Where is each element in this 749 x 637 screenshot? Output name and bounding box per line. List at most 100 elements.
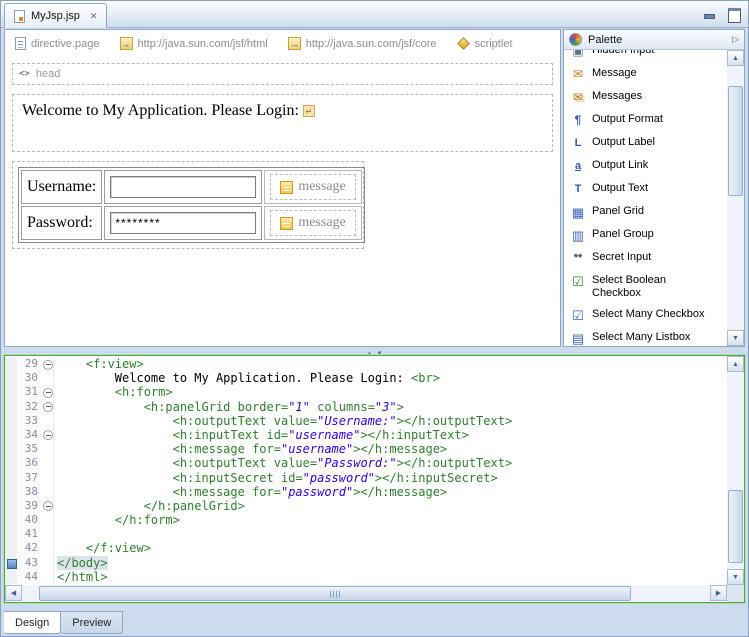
directive-item[interactable]: http://java.sun.com/jsf/core xyxy=(288,37,437,50)
fold-marker[interactable] xyxy=(41,485,54,499)
head-element[interactable]: head xyxy=(12,63,553,85)
scroll-down-icon[interactable] xyxy=(727,330,744,346)
fold-marker[interactable] xyxy=(41,527,54,541)
palette-item[interactable]: Panel Grid xyxy=(564,201,727,224)
fold-marker[interactable] xyxy=(41,357,54,371)
palette-header[interactable]: Palette xyxy=(564,30,744,50)
palette-item[interactable]: Select Many Checkbox xyxy=(564,304,727,327)
editor-tab-myjsp[interactable]: MyJsp.jsp xyxy=(4,3,107,28)
fold-marker[interactable] xyxy=(41,371,54,385)
source-line[interactable]: 34 <h:inputText id="username"></h:inputT… xyxy=(5,428,726,442)
code-text[interactable]: </h:form> xyxy=(54,513,726,527)
fold-marker[interactable] xyxy=(41,456,54,470)
palette-item[interactable]: Output Format xyxy=(564,109,727,132)
code-text[interactable]: </html> xyxy=(54,570,726,584)
fold-marker[interactable] xyxy=(41,385,54,399)
palette-item[interactable]: Secret Input xyxy=(564,247,727,270)
code-text[interactable]: </h:panelGrid> xyxy=(54,499,726,513)
panel-grid: Username: message xyxy=(18,167,365,243)
welcome-text: Welcome to My Application. Please Login: xyxy=(22,102,299,119)
source-horizontal-scrollbar[interactable] xyxy=(5,585,727,602)
source-line[interactable]: 36 <h:outputText value="Password:"></h:o… xyxy=(5,456,726,470)
palette-scrollbar[interactable] xyxy=(727,50,744,346)
fold-marker[interactable] xyxy=(41,556,54,570)
scrollbar-track[interactable] xyxy=(727,372,744,569)
directive-item[interactable]: directive.page xyxy=(15,37,100,50)
jsp-file-icon xyxy=(14,10,25,23)
source-line[interactable]: 42 </f:view> xyxy=(5,541,726,555)
maximize-icon[interactable] xyxy=(726,7,741,21)
field-input[interactable] xyxy=(110,176,256,198)
scrollbar-thumb[interactable] xyxy=(39,586,631,601)
directive-item[interactable]: scriptlet xyxy=(457,37,513,50)
palette-item[interactable]: Select Many Listbox xyxy=(564,327,727,346)
palette-item[interactable]: Output Link xyxy=(564,155,727,178)
code-text[interactable]: <h:inputSecret id="password"></h:inputSe… xyxy=(54,471,726,485)
fold-marker[interactable] xyxy=(41,414,54,428)
source-line[interactable]: 41 xyxy=(5,527,726,541)
source-line[interactable]: 38 <h:message for="password"></h:message… xyxy=(5,485,726,499)
palette-item[interactable]: Messages xyxy=(564,86,727,109)
fold-marker[interactable] xyxy=(41,400,54,414)
close-icon[interactable] xyxy=(90,11,98,22)
message-placeholder[interactable]: message xyxy=(270,210,355,236)
bottom-tab[interactable]: Design xyxy=(4,611,61,634)
source-line[interactable]: 43 </body> xyxy=(5,556,726,570)
palette-item[interactable]: Select Boolean Checkbox xyxy=(564,270,727,304)
code-text[interactable] xyxy=(54,527,726,541)
palette-item[interactable]: Output Label xyxy=(564,132,727,155)
fold-marker[interactable] xyxy=(41,442,54,456)
fold-marker[interactable] xyxy=(41,570,54,584)
code-text[interactable]: <f:view> xyxy=(54,357,726,371)
code-text[interactable]: <h:outputText value="Username:"></h:outp… xyxy=(54,414,726,428)
source-line[interactable]: 33 <h:outputText value="Username:"></h:o… xyxy=(5,414,726,428)
directive-item[interactable]: http://java.sun.com/jsf/html xyxy=(120,37,268,50)
code-text[interactable]: Welcome to My Application. Please Login:… xyxy=(54,371,726,385)
form-element[interactable]: Username: message xyxy=(12,161,364,249)
palette-item[interactable]: Output Text xyxy=(564,178,727,201)
palette-item[interactable]: Message xyxy=(564,63,727,86)
bottom-tab[interactable]: Preview xyxy=(61,611,123,634)
source-line[interactable]: 30 Welcome to My Application. Please Log… xyxy=(5,371,726,385)
source-code-area[interactable]: 29 <f:view> 30 Welcome to My Application… xyxy=(5,357,726,584)
scroll-up-icon[interactable] xyxy=(727,50,744,66)
code-text[interactable]: </body> xyxy=(54,556,726,570)
code-text[interactable]: <h:outputText value="Password:"></h:outp… xyxy=(54,456,726,470)
source-line[interactable]: 44 </html> xyxy=(5,570,726,584)
code-text[interactable]: <h:message for="username"></h:message> xyxy=(54,442,726,456)
pane-splitter[interactable] xyxy=(4,347,745,355)
code-text[interactable]: <h:form> xyxy=(54,385,726,399)
fold-marker[interactable] xyxy=(41,513,54,527)
code-text[interactable]: <h:message for="password"></h:message> xyxy=(54,485,726,499)
scrollbar-thumb[interactable] xyxy=(728,86,743,196)
source-line[interactable]: 29 <f:view> xyxy=(5,357,726,371)
code-text[interactable]: <h:panelGrid border="1" columns="3"> xyxy=(54,400,726,414)
fold-marker[interactable] xyxy=(41,541,54,555)
scrollbar-thumb[interactable] xyxy=(728,490,743,563)
source-vertical-scrollbar[interactable] xyxy=(727,356,744,585)
source-line[interactable]: 35 <h:message for="username"></h:message… xyxy=(5,442,726,456)
source-line[interactable]: 31 <h:form> xyxy=(5,385,726,399)
scrollbar-track[interactable] xyxy=(727,66,744,330)
palette-item[interactable]: Hidden Input xyxy=(564,50,727,63)
palette-item[interactable]: Panel Group xyxy=(564,224,727,247)
scroll-right-icon[interactable] xyxy=(710,585,727,601)
message-placeholder[interactable]: message xyxy=(270,174,355,200)
source-line[interactable]: 40 </h:form> xyxy=(5,513,726,527)
code-text[interactable]: <h:inputText id="username"></h:inputText… xyxy=(54,428,726,442)
chevron-right-icon[interactable] xyxy=(732,34,739,45)
scroll-up-icon[interactable] xyxy=(727,356,744,372)
field-input[interactable] xyxy=(110,212,256,234)
source-line[interactable]: 37 <h:inputSecret id="password"></h:inpu… xyxy=(5,471,726,485)
fold-marker[interactable] xyxy=(41,499,54,513)
scroll-left-icon[interactable] xyxy=(5,585,22,601)
source-line[interactable]: 32 <h:panelGrid border="1" columns="3"> xyxy=(5,400,726,414)
source-line[interactable]: 39 </h:panelGrid> xyxy=(5,499,726,513)
fold-marker[interactable] xyxy=(41,471,54,485)
scrollbar-track[interactable] xyxy=(22,585,710,602)
minimize-icon[interactable] xyxy=(702,7,717,21)
code-text[interactable]: </f:view> xyxy=(54,541,726,555)
view-element[interactable]: Welcome to My Application. Please Login: xyxy=(12,94,553,152)
fold-marker[interactable] xyxy=(41,428,54,442)
scroll-down-icon[interactable] xyxy=(727,569,744,585)
